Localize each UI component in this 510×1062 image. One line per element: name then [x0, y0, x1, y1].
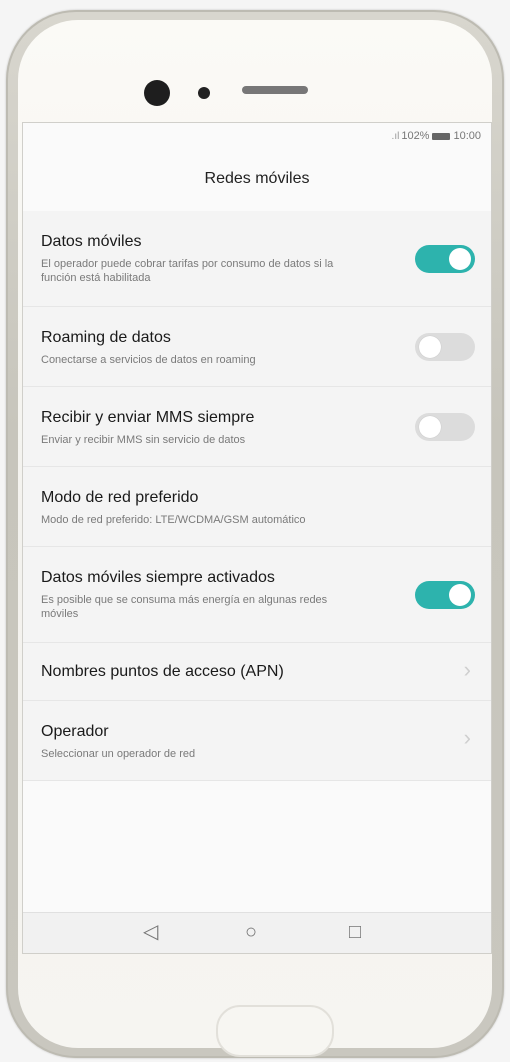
battery-icon: [432, 132, 451, 140]
setting-mms[interactable]: Recibir y enviar MMS siempre Enviar y re…: [23, 387, 491, 467]
setting-roaming[interactable]: Roaming de datos Conectarse a servicios …: [23, 307, 491, 387]
datos-siempre-toggle[interactable]: [415, 581, 475, 609]
home-icon[interactable]: ○: [245, 921, 257, 943]
setting-subtitle: Conectarse a servicios de datos en roami…: [41, 354, 256, 366]
setting-datos-siempre[interactable]: Datos móviles siempre activados Es posib…: [23, 547, 491, 643]
setting-modo-red[interactable]: Modo de red preferido Modo de red prefer…: [23, 467, 491, 547]
setting-title: Roaming de datos: [41, 329, 171, 346]
status-bar: .ıl 102% 10:00: [23, 123, 491, 149]
datos-moviles-toggle[interactable]: [415, 245, 475, 273]
setting-title: Datos móviles: [41, 233, 142, 250]
signal-icon: .ıl: [391, 131, 400, 142]
chevron-right-icon: ›: [463, 657, 471, 682]
setting-subtitle: Enviar y recibir MMS sin servicio de dat…: [41, 434, 246, 446]
toggle-knob: [449, 584, 471, 606]
toggle-knob: [419, 336, 441, 358]
setting-title: Operador: [41, 723, 109, 740]
screen: .ıl 102% 10:00 Redes móviles Datos móviles…: [22, 122, 492, 954]
setting-title: Nombres puntos de acceso (APN): [41, 663, 284, 680]
setting-datos-moviles[interactable]: Datos móviles El operador puede cobrar t…: [23, 211, 491, 307]
navigation-bar: ◁ ○ □: [23, 912, 491, 953]
setting-operador[interactable]: Operador Seleccionar un operador de red …: [23, 701, 491, 781]
front-camera-icon: [144, 80, 170, 106]
roaming-toggle[interactable]: [415, 333, 475, 361]
setting-subtitle: El operador puede cobrar tarifas por con…: [41, 258, 334, 284]
recents-icon[interactable]: □: [349, 921, 361, 943]
back-icon[interactable]: ◁: [143, 921, 158, 943]
toggle-knob: [419, 416, 441, 438]
battery-percent: 102%: [401, 130, 430, 142]
home-hardware-button[interactable]: [216, 1005, 334, 1057]
setting-title: Recibir y enviar MMS siempre: [41, 409, 255, 426]
settings-list: Datos móviles El operador puede cobrar t…: [23, 211, 491, 781]
earpiece-speaker: [242, 86, 308, 94]
page-title: Redes móviles: [204, 170, 310, 187]
sensor-icon: [198, 87, 210, 99]
setting-title: Modo de red preferido: [41, 489, 199, 506]
setting-title: Datos móviles siempre activados: [41, 569, 275, 586]
setting-apn[interactable]: Nombres puntos de acceso (APN) ›: [23, 643, 491, 701]
chevron-right-icon: ›: [463, 725, 471, 750]
status-time: 10:00: [453, 130, 481, 142]
setting-subtitle: Modo de red preferido: LTE/WCDMA/GSM aut…: [41, 514, 306, 526]
toggle-knob: [449, 248, 471, 270]
mms-toggle[interactable]: [415, 413, 475, 441]
setting-subtitle: Seleccionar un operador de red: [41, 748, 196, 760]
setting-subtitle: Es posible que se consuma más energía en…: [41, 594, 328, 620]
